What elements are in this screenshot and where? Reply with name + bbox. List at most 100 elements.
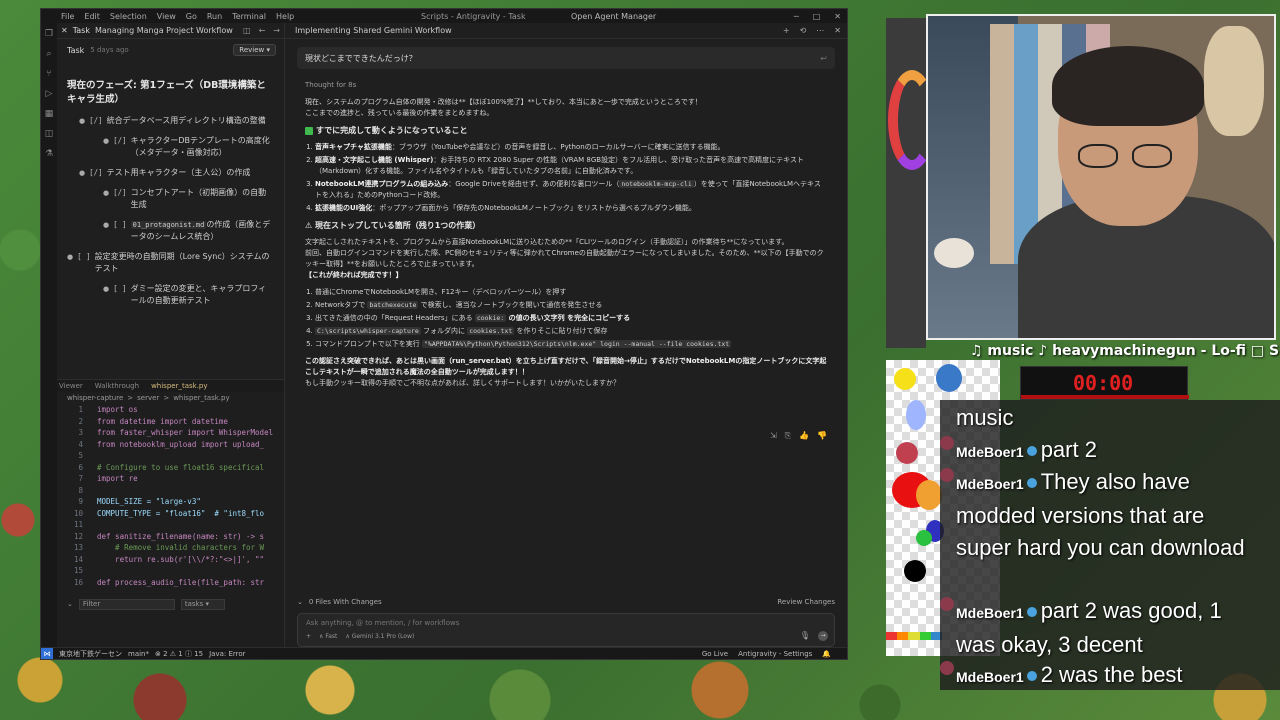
palette-color[interactable] [897, 632, 909, 640]
phase-title: 現在のフェーズ: 第1フェーズ（DB環境構築とキャラ生成） [67, 80, 266, 105]
code-line[interactable]: 12 def sanitize_filename(name: str) -> s [63, 531, 284, 543]
explorer-icon[interactable]: ❐ [45, 29, 53, 39]
swatch [916, 480, 942, 510]
split-editor-icon[interactable]: ◫ [243, 26, 251, 35]
branch-name[interactable]: main* [128, 650, 149, 658]
menu-terminal[interactable]: Terminal [232, 12, 266, 21]
task-item[interactable]: ● [/] コンセプトアート（初期画像）の自動生成 [67, 187, 274, 211]
task-tab-title[interactable]: Managing Manga Project Workflow [95, 26, 233, 35]
verified-badge-icon [1026, 607, 1037, 618]
close-tab-icon[interactable]: ✕ [61, 26, 68, 35]
remote-indicator-icon[interactable]: ⋈ [41, 647, 53, 659]
menu-edit[interactable]: Edit [84, 12, 100, 21]
search-icon[interactable]: ⌕ [46, 49, 51, 59]
tab-whisper-task[interactable]: whisper_task.py [151, 382, 207, 390]
more-icon[interactable]: ⋯ [816, 26, 824, 35]
tasks-dropdown[interactable]: tasks ▾ [180, 598, 225, 610]
task-item[interactable]: ●[ ] ダミー設定の変更と、キャラプロフィールの自動更新テスト [67, 283, 274, 307]
open-agent-manager-button[interactable]: Open Agent Manager [571, 12, 656, 21]
menu-file[interactable]: File [61, 12, 74, 21]
menu-selection[interactable]: Selection [110, 12, 147, 21]
menu-go[interactable]: Go [186, 12, 197, 21]
code-line[interactable]: 10 COMPUTE_TYPE = "float16" # "int8_flo [63, 508, 284, 520]
task-tab-label[interactable]: Task [73, 26, 90, 35]
review-changes-button[interactable]: Review Changes [777, 598, 835, 606]
expand-icon[interactable]: ⌄ [297, 598, 303, 606]
workspace-name[interactable]: 東京地下鉄ゲーセン [59, 649, 122, 659]
editor-tabs: Viewer Walkthrough whisper_task.py [57, 380, 284, 392]
code-line[interactable]: 7 import re [63, 473, 284, 485]
palette-color[interactable] [886, 632, 898, 640]
history-icon[interactable]: ⟲ [800, 26, 807, 35]
settings-button[interactable]: Antigravity - Settings [738, 650, 812, 658]
menu-help[interactable]: Help [276, 12, 294, 21]
code-line[interactable]: 16 def process_audio_file(file_path: str [63, 577, 284, 589]
code-line[interactable]: 15 [63, 565, 284, 577]
minimize-icon[interactable]: ─ [794, 12, 799, 21]
palette-color[interactable] [919, 632, 931, 640]
breadcrumb-item[interactable]: whisper_task.py [173, 394, 229, 402]
menu-view[interactable]: View [157, 12, 176, 21]
code-editor[interactable]: 1 import os 2 from datetime import datetime… [57, 404, 284, 588]
thought-toggle[interactable]: Thought for 8s [285, 69, 847, 89]
maximize-icon[interactable]: □ [813, 12, 821, 21]
run-debug-icon[interactable]: ▷ [46, 89, 53, 99]
source-control-icon[interactable]: ⑂ [46, 69, 51, 79]
code-line[interactable]: 6 # Configure to use float16 specifical [63, 462, 284, 474]
task-item[interactable]: ● [/] キャラクターDBテンプレートの高度化（メタデータ・画像対応） [67, 135, 274, 159]
code-text: def sanitize_filename(name: str) -> s [97, 531, 265, 541]
chat-input[interactable]: Ask anything, @ to mention, / for workfl… [297, 613, 835, 647]
go-live-button[interactable]: Go Live [702, 650, 728, 658]
thumbs-down-icon[interactable]: 👎 [817, 431, 827, 441]
send-button[interactable]: → [818, 631, 828, 641]
code-line[interactable]: 13 # Remove invalid characters for W [63, 542, 284, 554]
remote-icon[interactable]: ◫ [45, 129, 54, 139]
review-dropdown[interactable]: Review ▾ [233, 44, 276, 56]
testing-icon[interactable]: ⚗ [45, 149, 53, 159]
copy-icon[interactable]: ⎘ [785, 431, 791, 441]
user-message-text: 現状どこまでできたんだっけ？ [305, 53, 417, 63]
collapse-icon[interactable]: ⌄ [67, 600, 73, 608]
tab-viewer[interactable]: Viewer [59, 382, 83, 390]
breadcrumb-item[interactable]: whisper-capture [67, 394, 123, 402]
menu-run[interactable]: Run [207, 12, 222, 21]
forward-icon[interactable]: → [273, 26, 280, 35]
extensions-icon[interactable]: ▦ [45, 109, 54, 119]
task-item[interactable]: ● [/] テスト用キャラクター（主人公）の作成 [67, 167, 274, 179]
files-changed[interactable]: 0 Files With Changes [309, 598, 382, 606]
task-item[interactable]: ●[ ] 01_protagonist.md の作成（画像とデータのシームレス統合） [67, 219, 274, 243]
task-item[interactable]: ●[ ] 設定変更時の自動同期（Lore Sync）システムのテスト [67, 251, 274, 275]
open-icon[interactable]: ⇲ [770, 431, 777, 441]
close-icon[interactable]: ✕ [834, 12, 841, 21]
microphone-icon[interactable]: 🎙 [800, 631, 810, 640]
java-status[interactable]: Java: Error [209, 650, 245, 658]
code-line[interactable]: 5 [63, 450, 284, 462]
model-selector[interactable]: ∧ Gemini 3.1 Pro (Low) [345, 633, 414, 640]
palette-color[interactable] [908, 632, 920, 640]
code-line[interactable]: 8 [63, 485, 284, 497]
new-chat-icon[interactable]: + [783, 26, 790, 35]
task-item[interactable]: ● [/] 統合データベース用ディレクトリ構造の整備 [67, 115, 274, 127]
code-line[interactable]: 4 from notebooklm_upload import upload_ [63, 439, 284, 451]
code-line[interactable]: 2 from datetime import datetime [63, 416, 284, 428]
line-number: 15 [73, 566, 83, 575]
line-number: 8 [78, 485, 83, 495]
back-icon[interactable]: ← [259, 26, 266, 35]
breadcrumb-item[interactable]: server [137, 394, 159, 402]
tab-walkthrough[interactable]: Walkthrough [95, 382, 139, 390]
thumbs-up-icon[interactable]: 👍 [799, 431, 809, 441]
code-line[interactable]: 9 MODEL_SIZE = "large-v3" [63, 496, 284, 508]
add-context-icon[interactable]: + [306, 633, 311, 640]
undo-icon[interactable]: ↩ [820, 54, 827, 63]
close-panel-icon[interactable]: ✕ [834, 26, 841, 35]
code-line[interactable]: 1 import os [63, 404, 284, 416]
bell-icon[interactable]: 🔔 [822, 650, 831, 658]
mode-selector[interactable]: ∧ Fast [319, 633, 337, 640]
filter-input[interactable]: Filter [78, 598, 175, 610]
problems-count[interactable]: ⊗ 2 ⚠ 1 ⓘ 15 [155, 649, 203, 659]
code-line[interactable]: 11 [63, 519, 284, 531]
code-line[interactable]: 3 from faster_whisper import WhisperModel [63, 427, 284, 439]
code-line[interactable]: 14 return re.sub(r'[\\/*?:"<>|]', "" [63, 554, 284, 566]
chat-input-placeholder[interactable]: Ask anything, @ to mention, / for workfl… [298, 614, 834, 627]
chat-title: Implementing Shared Gemini Workflow [295, 26, 452, 35]
